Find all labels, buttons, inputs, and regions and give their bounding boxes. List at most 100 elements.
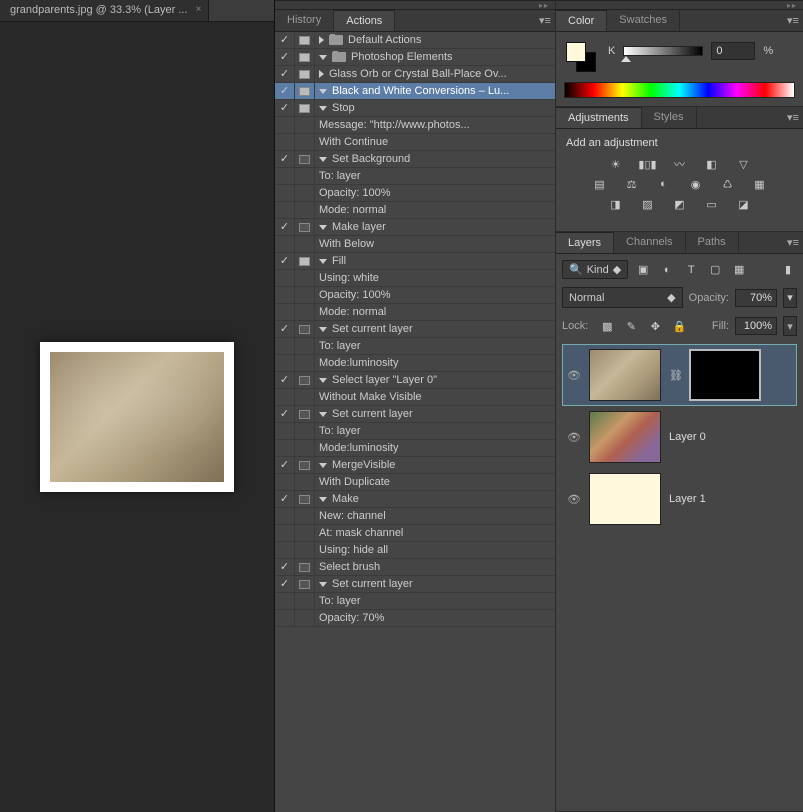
layer-thumbnail[interactable] [589,411,661,463]
levels-icon[interactable]: ▮▯▮ [639,157,657,171]
filter-pixel-icon[interactable]: ▣ [634,261,652,279]
chevron-down-icon[interactable] [319,378,327,383]
action-toggle-check[interactable] [275,338,295,354]
action-row[interactable]: Mode: normal [275,304,555,321]
tab-paths[interactable]: Paths [686,232,739,253]
action-dialog-toggle[interactable] [295,372,315,388]
action-toggle-check[interactable] [275,304,295,320]
action-dialog-toggle[interactable] [295,610,315,626]
panel-menu-icon[interactable]: ▾≡ [535,10,555,31]
layer-row[interactable]: 👁Layer 0 [562,406,797,468]
k-value-input[interactable] [711,42,755,60]
action-dialog-toggle[interactable] [295,202,315,218]
action-row[interactable]: With Duplicate [275,474,555,491]
action-dialog-toggle[interactable] [295,287,315,303]
foreground-color-swatch[interactable] [566,42,586,62]
action-row[interactable]: ✓Set current layer [275,576,555,593]
layer-thumbnail[interactable] [589,349,661,401]
action-toggle-check[interactable] [275,117,295,133]
action-toggle-check[interactable] [275,474,295,490]
action-dialog-toggle[interactable] [295,66,315,82]
curves-icon[interactable]: 〰 [671,157,689,171]
layer-row[interactable]: 👁⛓ [562,344,797,406]
action-toggle-check[interactable]: ✓ [275,66,295,82]
k-slider[interactable] [623,46,703,56]
layer-filter-kind[interactable]: 🔍 Kind ◆ [562,260,628,279]
action-dialog-toggle[interactable] [295,253,315,269]
action-row[interactable]: ✓MergeVisible [275,457,555,474]
action-dialog-toggle[interactable] [295,168,315,184]
action-dialog-toggle[interactable] [295,355,315,371]
action-toggle-check[interactable]: ✓ [275,491,295,507]
filter-smart-icon[interactable]: ▦ [730,261,748,279]
action-dialog-toggle[interactable] [295,83,315,99]
action-toggle-check[interactable]: ✓ [275,32,295,48]
panel-menu-icon[interactable]: ▾≡ [783,107,803,128]
action-toggle-check[interactable]: ✓ [275,151,295,167]
chevron-right-icon[interactable] [319,70,324,78]
visibility-toggle[interactable]: 👁 [567,369,581,382]
fill-input[interactable]: 100% [735,317,777,335]
fg-bg-swatches[interactable] [566,42,596,72]
filter-adjustment-icon[interactable]: ◐ [658,261,676,279]
action-dialog-toggle[interactable] [295,440,315,456]
chevron-down-icon[interactable] [319,89,327,94]
panel-menu-icon[interactable]: ▾≡ [783,232,803,253]
action-toggle-check[interactable] [275,508,295,524]
filter-shape-icon[interactable]: ▢ [706,261,724,279]
action-row[interactable]: Message: "http://www.photos... [275,117,555,134]
blend-mode-select[interactable]: Normal ◆ [562,287,683,308]
action-toggle-check[interactable]: ✓ [275,457,295,473]
visibility-toggle[interactable]: 👁 [567,431,581,444]
action-row[interactable]: To: layer [275,593,555,610]
action-dialog-toggle[interactable] [295,134,315,150]
layer-thumbnail[interactable] [589,473,661,525]
chevron-down-icon[interactable] [319,327,327,332]
action-toggle-check[interactable]: ✓ [275,372,295,388]
document-tab[interactable]: grandparents.jpg @ 33.3% (Layer ... × [0,0,209,21]
action-row[interactable]: Using: white [275,270,555,287]
action-row[interactable]: Mode: normal [275,202,555,219]
invert-icon[interactable]: ◨ [607,197,625,211]
action-row[interactable]: Without Make Visible [275,389,555,406]
action-row[interactable]: New: channel [275,508,555,525]
action-toggle-check[interactable] [275,593,295,609]
action-row[interactable]: Opacity: 100% [275,185,555,202]
fill-dropdown[interactable]: ▾ [783,316,797,336]
gradient-map-icon[interactable]: ▭ [703,197,721,211]
vibrance-icon[interactable]: ▽ [735,157,753,171]
action-dialog-toggle[interactable] [295,576,315,592]
lock-all-icon[interactable]: 🔒 [670,317,688,335]
panel-collapse-bar[interactable]: ▸▸ [556,0,803,10]
action-row[interactable]: With Continue [275,134,555,151]
bw-icon[interactable]: ◐ [655,177,673,191]
posterize-icon[interactable]: ▨ [639,197,657,211]
lock-position-icon[interactable]: ✥ [646,317,664,335]
action-row[interactable]: ✓Select brush [275,559,555,576]
tab-actions[interactable]: Actions [334,10,395,31]
action-row[interactable]: Mode:luminosity [275,440,555,457]
action-toggle-check[interactable] [275,610,295,626]
color-lookup-icon[interactable]: ▦ [751,177,769,191]
action-row[interactable]: ✓Glass Orb or Crystal Ball-Place Ov... [275,66,555,83]
channel-mixer-icon[interactable]: ♺ [719,177,737,191]
exposure-icon[interactable]: ◧ [703,157,721,171]
tab-layers[interactable]: Layers [556,232,614,253]
action-toggle-check[interactable]: ✓ [275,49,295,65]
action-dialog-toggle[interactable] [295,491,315,507]
action-toggle-check[interactable]: ✓ [275,219,295,235]
panel-collapse-bar[interactable]: ▸▸ [275,0,555,10]
color-balance-icon[interactable]: ⚖ [623,177,641,191]
action-row[interactable]: ✓Stop [275,100,555,117]
action-dialog-toggle[interactable] [295,508,315,524]
opacity-dropdown[interactable]: ▾ [783,288,797,308]
action-dialog-toggle[interactable] [295,270,315,286]
tab-swatches[interactable]: Swatches [607,10,680,31]
action-toggle-check[interactable] [275,542,295,558]
action-dialog-toggle[interactable] [295,457,315,473]
action-dialog-toggle[interactable] [295,474,315,490]
action-toggle-check[interactable]: ✓ [275,406,295,422]
action-toggle-check[interactable]: ✓ [275,576,295,592]
action-dialog-toggle[interactable] [295,593,315,609]
visibility-toggle[interactable]: 👁 [567,493,581,506]
